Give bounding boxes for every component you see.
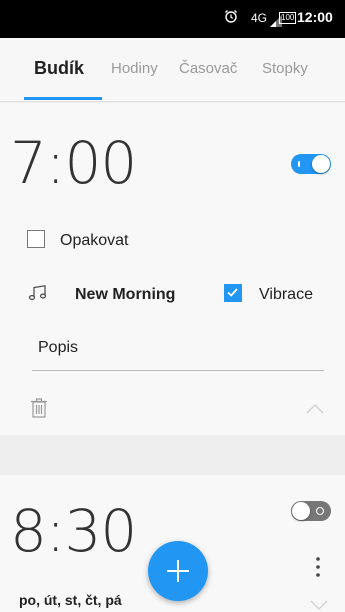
plus-icon — [167, 560, 189, 582]
tab-clock[interactable]: Hodiny — [111, 60, 158, 77]
battery-level: 100 — [279, 12, 297, 24]
description-underline — [32, 370, 324, 371]
description-label[interactable]: Popis — [38, 339, 78, 357]
alarm-clock-icon — [224, 9, 238, 27]
network-type: 4G — [251, 11, 268, 25]
toggle-off-mark — [316, 507, 324, 515]
chevron-up-icon[interactable] — [306, 401, 324, 419]
repeat-checkbox[interactable] — [27, 230, 45, 248]
repeat-label[interactable]: Opakovat — [60, 232, 128, 250]
alarm-time[interactable]: 7:00 — [10, 129, 137, 197]
toggle-knob — [312, 155, 330, 173]
alarm-toggle[interactable] — [291, 154, 331, 174]
toggle-knob — [292, 502, 310, 520]
check-icon — [227, 288, 238, 297]
tab-timer[interactable]: Časovač — [179, 60, 237, 77]
alarm-days: po, út, st, čt, pá — [19, 592, 122, 608]
tab-alarm[interactable]: Budík — [34, 58, 84, 79]
active-tab-indicator — [24, 97, 102, 100]
music-note-icon — [28, 285, 47, 306]
alarm-card[interactable]: 7:00 Opakovat New Morning Vibrace Popis — [0, 103, 345, 435]
tab-bar: Budík Hodiny Časovač Stopky — [0, 38, 345, 102]
status-time: 12:00 — [297, 9, 333, 25]
chevron-down-icon[interactable] — [310, 597, 328, 612]
ringtone-name[interactable]: New Morning — [75, 286, 175, 304]
vibrate-checkbox[interactable] — [224, 284, 242, 302]
more-vertical-icon[interactable] — [316, 557, 320, 582]
tab-stopwatch[interactable]: Stopky — [262, 60, 308, 77]
add-alarm-button[interactable] — [148, 541, 208, 601]
alarm-time[interactable]: 8:30 — [10, 497, 137, 565]
status-bar: 4G 100 12:00 — [0, 0, 345, 38]
alarm-toggle[interactable] — [291, 501, 331, 521]
vibrate-label[interactable]: Vibrace — [259, 286, 313, 304]
trash-icon[interactable] — [31, 398, 47, 423]
toggle-on-mark — [298, 161, 300, 167]
